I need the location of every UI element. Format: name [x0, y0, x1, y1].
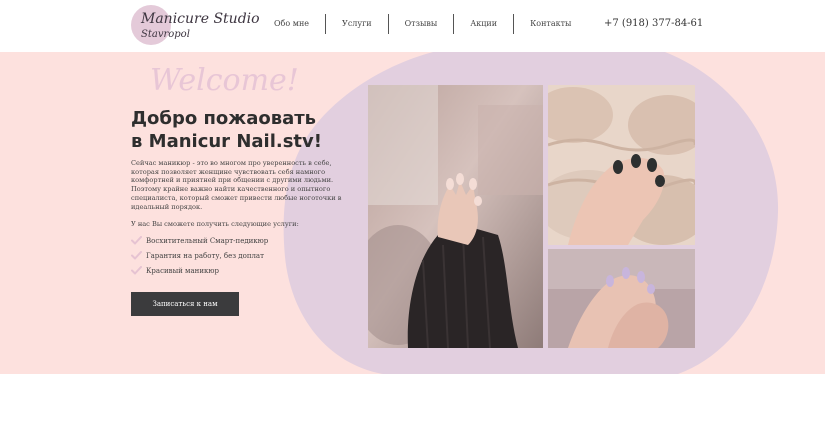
- welcome-script: Welcome!: [150, 63, 299, 98]
- service-item: Красивый маникюр: [131, 263, 268, 278]
- service-label: Красивый маникюр: [146, 266, 219, 275]
- nav-contacts[interactable]: Контакты: [514, 14, 587, 34]
- services-list: Восхитительный Смарт-педикюр Гарантия на…: [131, 233, 268, 278]
- photo-hands-lilac-nails-icon: [548, 249, 695, 348]
- phone-link[interactable]: +7 (918) 377-84-61: [604, 18, 703, 29]
- book-appointment-button[interactable]: Записаться к нам: [131, 292, 239, 316]
- hero-title: Добро пожаовать в Manicur Nail.stv!: [131, 107, 371, 153]
- services-intro: У нас Вы сможете получить следующие услу…: [131, 220, 299, 228]
- nav-about[interactable]: Обо мне: [258, 14, 325, 34]
- hero-section: Welcome! Добро пожаовать в Manicur Nail.…: [0, 52, 825, 374]
- hero-title-line2: в Manicur Nail.stv!: [131, 131, 322, 152]
- studio-logo[interactable]: Manicure Studio Stavropol: [131, 5, 260, 47]
- check-icon: [131, 266, 142, 275]
- service-label: Восхитительный Смарт-педикюр: [146, 236, 269, 245]
- photo-hand-knit-blanket: [548, 85, 695, 245]
- nav-reviews[interactable]: Отзывы: [389, 14, 454, 34]
- photo-hand-black-sweater: [368, 85, 543, 348]
- photo-hand-black-nails-knit-blanket-icon: [548, 85, 695, 245]
- service-item: Гарантия на работу, без доплат: [131, 248, 268, 263]
- service-item: Восхитительный Смарт-педикюр: [131, 233, 268, 248]
- logo-title: Manicure Studio: [141, 11, 260, 27]
- check-icon: [131, 251, 142, 260]
- hero-title-line1: Добро пожаовать: [131, 108, 317, 129]
- main-nav: Обо мне Услуги Отзывы Акции Контакты: [258, 14, 587, 34]
- logo-subtitle: Stavropol: [141, 29, 190, 40]
- check-icon: [131, 236, 142, 245]
- nav-services[interactable]: Услуги: [326, 14, 388, 34]
- hero-description: Сейчас маникюр - это во многом про увере…: [131, 159, 342, 211]
- nav-promotions[interactable]: Акции: [454, 14, 513, 34]
- photo-hands-lilac: [548, 249, 695, 348]
- service-label: Гарантия на работу, без доплат: [146, 251, 264, 260]
- site-header: Manicure Studio Stavropol Обо мне Услуги…: [0, 0, 825, 52]
- photo-hand-black-sweater-icon: [368, 85, 543, 348]
